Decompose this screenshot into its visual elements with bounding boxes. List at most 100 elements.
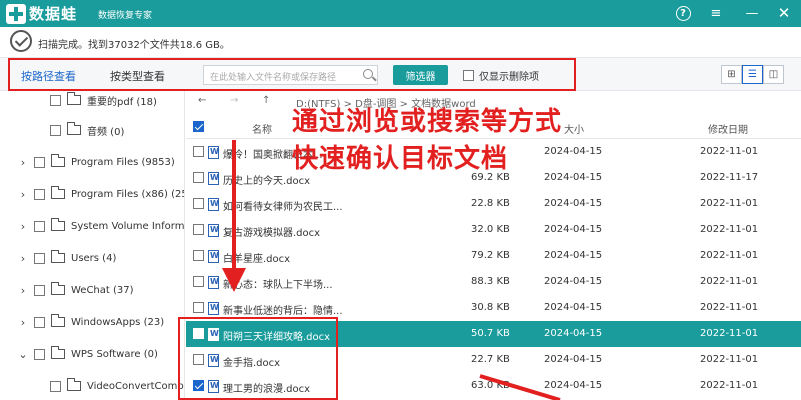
file-created: 2024-04-15 (544, 250, 603, 261)
file-modified: 2022-11-01 (700, 328, 759, 339)
grid-view-button[interactable]: ⊞ (721, 65, 742, 84)
column-name[interactable]: 名称 (252, 121, 272, 136)
chevron-down-icon[interactable]: ⌄ (18, 348, 28, 361)
app-subtitle: 数据恢复专家 (98, 11, 153, 21)
tree-item[interactable]: 音频 (0) (50, 121, 124, 139)
file-modified: 2022-11-01 (700, 354, 759, 365)
tree-item[interactable]: › System Volume Informatio (18, 217, 184, 235)
tree-item-checkbox[interactable] (34, 316, 45, 328)
file-size: 30.8 KB (471, 302, 510, 313)
preview-view-icon: ◫ (768, 69, 779, 80)
chevron-right-icon[interactable]: › (18, 156, 28, 169)
column-size[interactable]: 大小 (564, 121, 584, 136)
column-modified[interactable]: 修改日期 (708, 121, 748, 136)
back-arrow-icon[interactable]: ← (198, 95, 206, 106)
file-checkbox[interactable] (193, 302, 204, 313)
folder-icon (51, 282, 65, 295)
file-created: 2024-04-15 (544, 146, 603, 157)
file-checkbox[interactable] (193, 172, 204, 183)
chevron-right-icon[interactable]: › (18, 252, 28, 265)
tree-item-checkbox[interactable] (34, 188, 45, 200)
folder-icon (51, 186, 65, 199)
forward-arrow-icon[interactable]: → (230, 95, 238, 106)
file-name: 新心态：球队上下半场... (223, 280, 333, 291)
scan-status-bar: 扫描完成。找到37032个文件共18.6 GB。 (0, 27, 801, 57)
folder-icon (67, 378, 81, 391)
tree-item-checkbox[interactable] (50, 380, 61, 392)
list-view-button[interactable]: ☰ (742, 65, 763, 84)
folder-icon (51, 154, 65, 167)
tree-item[interactable]: › WindowsApps (23) (18, 313, 164, 331)
file-checkbox[interactable] (193, 146, 204, 157)
file-checkbox[interactable] (193, 276, 204, 287)
tree-item[interactable]: › WeChat (37) (18, 281, 134, 299)
view-mode-group: ⊞ ☰ ◫ (721, 65, 784, 84)
file-row[interactable]: 新心态：球队上下半场... 88.3 KB 2024-04-15 2022-11… (186, 269, 801, 295)
annotation-box-files (178, 317, 338, 400)
preview-view-button[interactable]: ◫ (763, 65, 784, 84)
file-size: 88.3 KB (471, 276, 510, 287)
tree-item[interactable]: VideoConvertCompre (50, 377, 185, 395)
chevron-right-icon[interactable]: › (18, 316, 28, 329)
tree-item-checkbox[interactable] (34, 348, 45, 360)
tree-item-label: WeChat (37) (71, 284, 134, 296)
tree-item-label: 重要的pdf (18) (87, 96, 157, 108)
word-doc-icon (208, 198, 219, 211)
file-checkbox[interactable] (193, 250, 204, 261)
file-created: 2024-04-15 (544, 354, 603, 365)
chevron-right-icon[interactable]: › (18, 220, 28, 233)
tree-item[interactable]: › Program Files (x86) (2558) (18, 185, 184, 203)
app-name: 数据蛙 (29, 5, 78, 23)
up-arrow-icon[interactable]: ↑ (262, 95, 270, 106)
tree-item-checkbox[interactable] (34, 252, 45, 264)
tree-item-label: VideoConvertCompre (87, 380, 185, 392)
tree-item[interactable]: ⌄ WPS Software (0) (18, 345, 158, 363)
menu-button[interactable]: ≡ (705, 2, 727, 24)
tree-item-label: Program Files (9853) (71, 156, 175, 168)
check-circle-icon (10, 30, 32, 52)
annotation-box-toolbar (8, 58, 576, 91)
tree-item-checkbox[interactable] (34, 220, 45, 232)
tree-item[interactable]: › Program Files (9853) (18, 153, 175, 171)
tree-item-label: WindowsApps (23) (71, 316, 165, 328)
word-doc-icon (208, 172, 219, 185)
file-checkbox[interactable] (193, 198, 204, 209)
minimize-icon: — (745, 5, 759, 21)
tree-item[interactable]: › Users (4) (18, 249, 116, 267)
file-row[interactable]: 白羊星座.docx 79.2 KB 2024-04-15 2022-11-01 (186, 243, 801, 269)
tree-item-label: 音频 (0) (87, 126, 125, 138)
grid-view-icon: ⊞ (727, 69, 736, 80)
word-doc-icon (208, 146, 219, 159)
close-button[interactable]: ✕ (773, 2, 795, 24)
file-size: 63.0 KB (471, 380, 510, 391)
word-doc-icon (208, 276, 219, 289)
file-name: 白羊星座.docx (223, 254, 291, 265)
title-bar: 数据蛙 数据恢复专家 ? ≡ — ✕ (0, 0, 801, 27)
tree-item-label: WPS Software (0) (71, 348, 158, 360)
file-row[interactable]: 如何看待女律师为农民工... 22.8 KB 2024-04-15 2022-1… (186, 191, 801, 217)
file-size: 22.7 KB (471, 354, 510, 365)
help-button[interactable]: ? (672, 2, 694, 24)
chevron-right-icon[interactable]: › (18, 284, 28, 297)
file-size: 32.0 KB (471, 224, 510, 235)
annotation-caption-line1: 通过浏览或搜索等方式 (292, 107, 563, 137)
file-modified: 2022-11-01 (700, 302, 759, 313)
tree-item-checkbox[interactable] (34, 284, 45, 296)
file-size: 22.8 KB (471, 198, 510, 209)
tree-item-checkbox[interactable] (34, 156, 45, 168)
file-checkbox[interactable] (193, 224, 204, 235)
chevron-right-icon[interactable]: › (18, 188, 28, 201)
select-all-checkbox[interactable] (193, 121, 204, 132)
minimize-button[interactable]: — (741, 2, 763, 24)
file-created: 2024-04-15 (544, 224, 603, 235)
file-modified: 2022-11-01 (700, 198, 759, 209)
file-modified: 2022-11-01 (700, 224, 759, 235)
tree-item[interactable]: 重要的pdf (18) (50, 91, 157, 109)
tree-item-checkbox[interactable] (50, 94, 61, 106)
file-modified: 2022-11-01 (700, 380, 759, 391)
file-row[interactable]: 复古游戏模拟器.docx 32.0 KB 2024-04-15 2022-11-… (186, 217, 801, 243)
folder-icon (51, 218, 65, 231)
file-modified: 2022-11-01 (700, 250, 759, 261)
tree-item-checkbox[interactable] (50, 124, 61, 136)
file-created: 2024-04-15 (544, 302, 603, 313)
